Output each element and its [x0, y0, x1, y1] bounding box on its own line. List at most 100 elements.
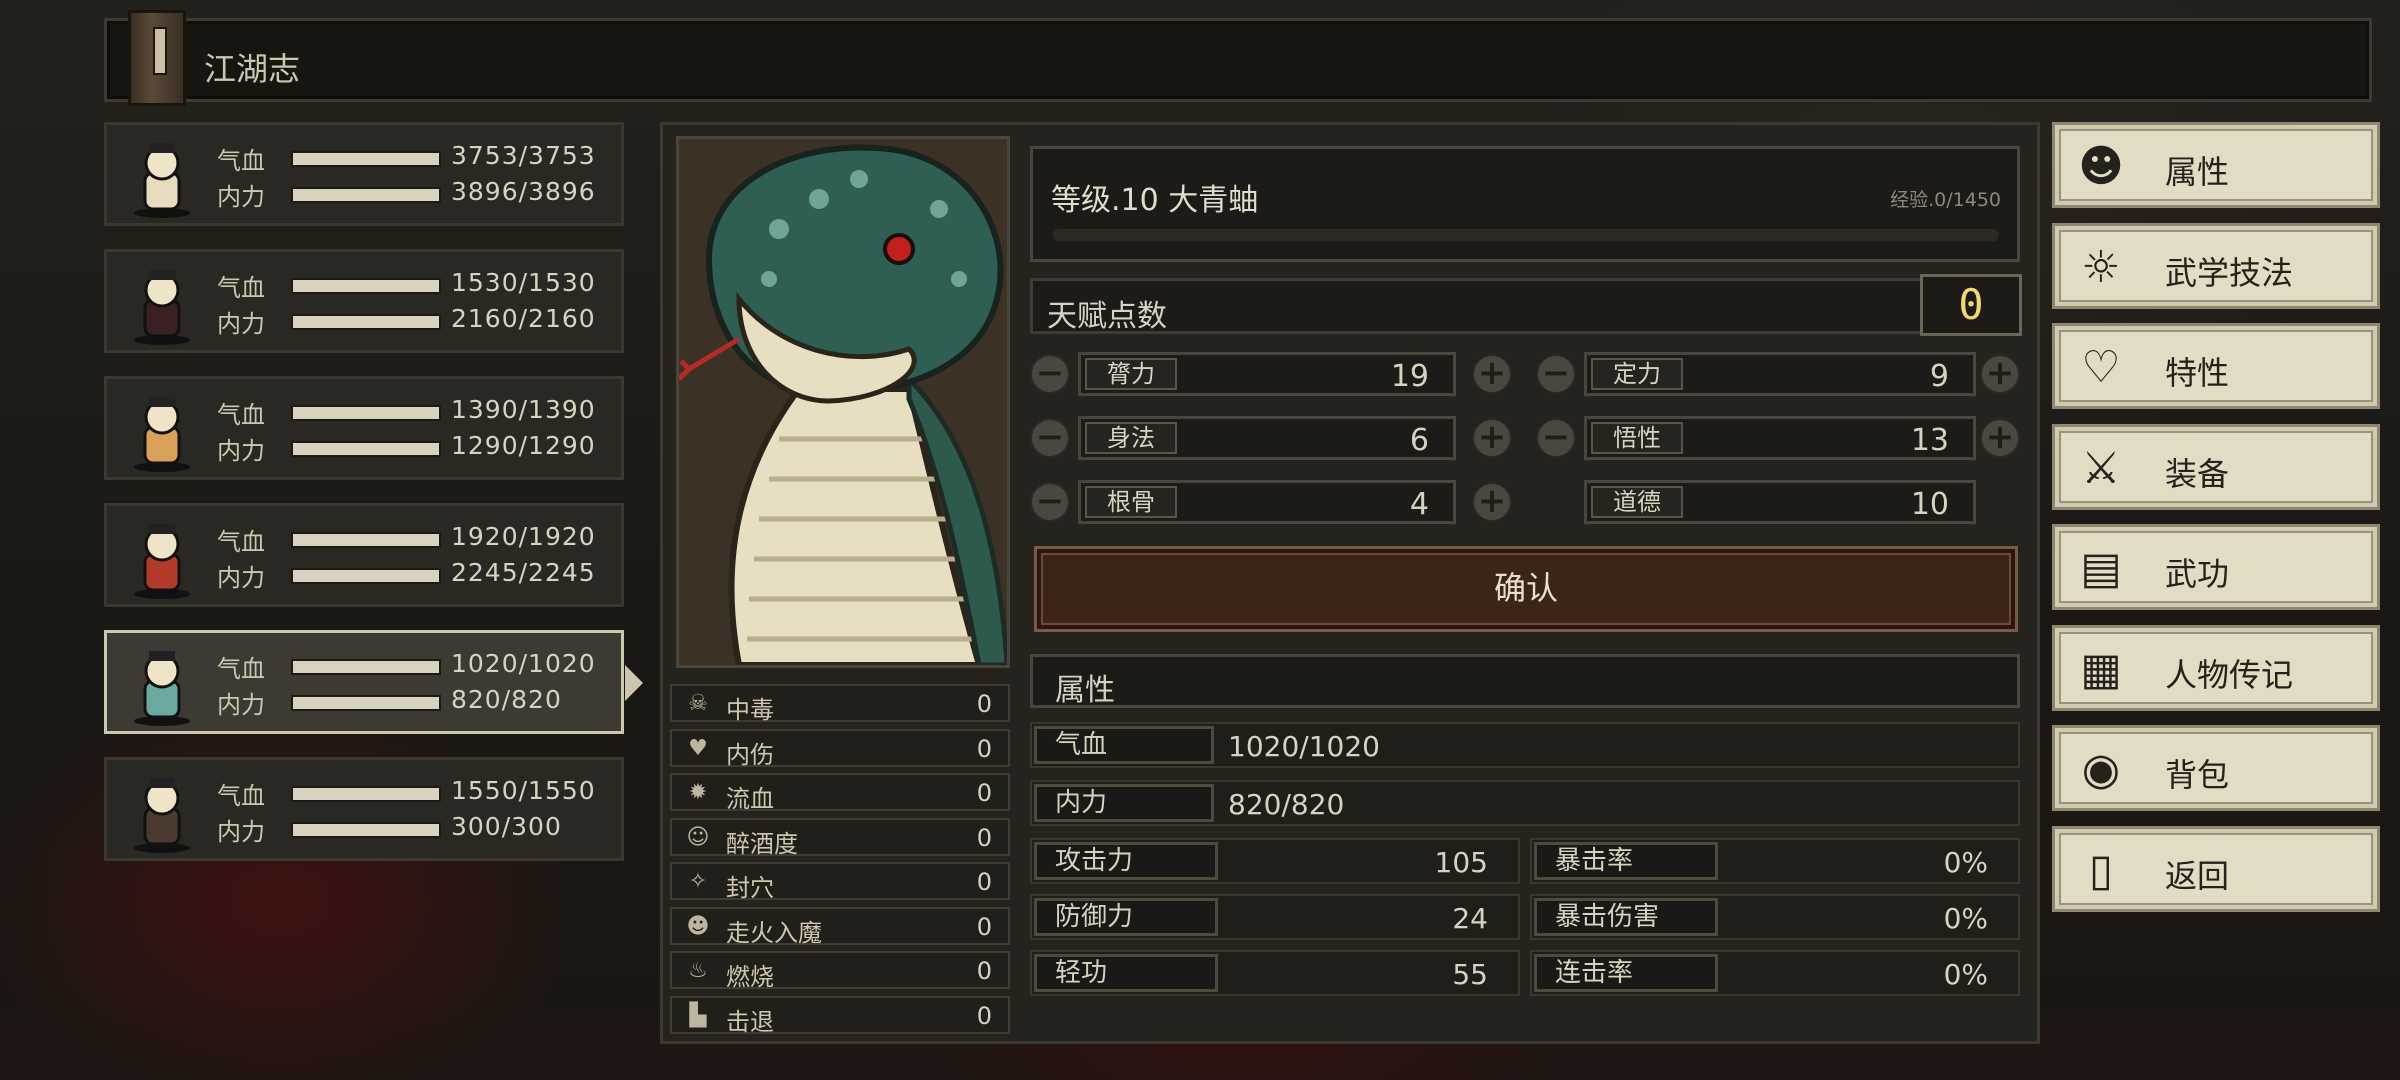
- attribute-field: 身法 6: [1078, 416, 1456, 460]
- mp-value: 1290/1290: [451, 431, 596, 460]
- combat-stat-label: 暴击率: [1534, 842, 1718, 880]
- menu-button[interactable]: ♡ 特性: [2052, 323, 2380, 409]
- menu-button-label: 武功: [2165, 555, 2230, 593]
- experience-bar: [1053, 229, 1999, 241]
- decrease-attribute-button[interactable]: −: [1030, 482, 1070, 522]
- menu-button-label: 属性: [2165, 153, 2230, 191]
- mp-value: 3896/3896: [451, 177, 596, 206]
- hp-line: 气血 1920/1920: [217, 522, 617, 556]
- hp-line: 气血 1020/1020: [217, 649, 617, 683]
- status-effect-row: ✹ 流血 0: [670, 773, 1010, 813]
- stats-header: 属性: [1030, 654, 2020, 708]
- mp-line: 内力 2160/2160: [217, 304, 617, 338]
- attribute-label: 膂力: [1085, 358, 1177, 390]
- hp-value: 1390/1390: [451, 395, 596, 424]
- mp-bar: [291, 568, 441, 584]
- menu-button[interactable]: ⚔ 装备: [2052, 423, 2380, 510]
- hp-bar: [291, 151, 441, 167]
- menu-button[interactable]: ◉ 背包: [2052, 725, 2380, 811]
- menu-button-label: 武学技法: [2165, 253, 2294, 292]
- combat-stat-value: 0%: [1943, 958, 1988, 991]
- status-effect-value: 0: [976, 957, 992, 985]
- stats-header-label: 属性: [1055, 673, 1115, 708]
- status-effect-value: 0: [976, 912, 992, 941]
- attribute-label: 定力: [1591, 358, 1683, 390]
- talent-points-label: 天赋点数: [1047, 299, 1167, 334]
- pressure-point-icon: ✧: [688, 869, 708, 894]
- increase-attribute-button[interactable]: +: [1472, 354, 1512, 394]
- increase-attribute-button[interactable]: +: [1472, 418, 1512, 458]
- mp-label: 内力: [217, 310, 265, 338]
- increase-attribute-button[interactable]: +: [1980, 418, 2020, 458]
- combat-stat-row: 攻击力 105: [1030, 838, 1520, 884]
- mp-label: 内力: [217, 818, 265, 846]
- skull-icon: ☠: [688, 691, 708, 716]
- hp-label: 气血: [217, 401, 265, 429]
- party-member-card[interactable]: 气血 1390/1390 内力 1290/1290: [104, 376, 624, 480]
- combat-stat-label: 轻功: [1034, 954, 1218, 992]
- status-effect-row: ☺ 醉酒度 0: [670, 817, 1010, 858]
- hp-label: 气血: [217, 528, 265, 556]
- hp-bar: [291, 786, 441, 802]
- character-avatar: [121, 768, 203, 854]
- attribute-value: 6: [1409, 423, 1429, 458]
- menu-button[interactable]: ▦ 人物传记: [2052, 624, 2380, 711]
- increase-attribute-button[interactable]: +: [1980, 354, 2020, 394]
- status-effect-label: 燃烧: [726, 963, 774, 991]
- character-avatar: [121, 641, 203, 727]
- experience-text: 经验.0/1450: [1890, 189, 2001, 211]
- combat-stat-row: 暴击伤害 0%: [1530, 894, 2020, 940]
- status-effect-value: 0: [976, 779, 992, 807]
- combat-stat-label: 暴击伤害: [1534, 898, 1718, 936]
- party-member-card[interactable]: 气血 1530/1530 内力 2160/2160: [104, 249, 624, 353]
- status-effect-label: 内伤: [726, 740, 774, 769]
- decrease-attribute-button[interactable]: −: [1030, 354, 1070, 394]
- hp-label: 气血: [217, 782, 265, 810]
- attribute-label: 道德: [1591, 486, 1683, 518]
- status-effect-label: 中毒: [726, 696, 774, 724]
- menu-button[interactable]: ☼ 武学技法: [2052, 222, 2380, 309]
- increase-attribute-button[interactable]: +: [1472, 482, 1512, 522]
- blood-drop-icon: ✹: [688, 780, 708, 805]
- attribute-value: 9: [1929, 359, 1949, 394]
- party-member-card[interactable]: 气血 1920/1920 内力 2245/2245: [104, 503, 624, 607]
- hp-line: 气血 3753/3753: [217, 141, 617, 175]
- person-sparkle-icon: ☼: [2081, 241, 2121, 293]
- confirm-button[interactable]: 确认: [1034, 546, 2018, 632]
- mp-bar: [291, 822, 441, 838]
- person-heart-icon: ♡: [2081, 342, 2121, 393]
- hp-value: 1920/1920: [451, 522, 596, 551]
- party-member-card[interactable]: 气血 1550/1550 内力 300/300: [104, 757, 624, 861]
- snake-portrait-image: [679, 139, 1007, 665]
- hp-label: 气血: [217, 274, 265, 302]
- talent-points-row: 天赋点数: [1030, 278, 1924, 334]
- level-and-name: 等级.10 大青蚰: [1051, 183, 1259, 218]
- hp-line: 气血 1530/1530: [217, 268, 617, 302]
- mp-label: 内力: [217, 564, 265, 592]
- status-effect-row: ☻ 走火入魔 0: [670, 906, 1010, 947]
- mp-bar: [291, 187, 441, 203]
- party-member-card[interactable]: 气血 3753/3753 内力 3896/3896: [104, 122, 624, 226]
- attribute-field: 定力 9: [1584, 352, 1976, 396]
- status-effect-row: ▙ 击退 0: [670, 995, 1010, 1036]
- decrease-attribute-button[interactable]: −: [1030, 418, 1070, 458]
- decrease-attribute-button[interactable]: −: [1536, 418, 1576, 458]
- attribute-label: 身法: [1085, 422, 1177, 454]
- status-effect-label: 醉酒度: [726, 829, 798, 858]
- menu-button[interactable]: ▤ 武功: [2052, 524, 2380, 610]
- menu-button-label: 返回: [2165, 856, 2230, 895]
- status-effect-value: 0: [976, 868, 992, 896]
- status-effect-label: 击退: [726, 1007, 774, 1036]
- mp-label: 内力: [217, 437, 265, 465]
- status-effect-value: 0: [976, 1001, 992, 1030]
- combat-stat-row: 防御力 24: [1030, 894, 1520, 940]
- menu-button-label: 人物传记: [2165, 655, 2294, 694]
- menu-button-label: 装备: [2165, 454, 2230, 493]
- menu-button[interactable]: ☻ 属性: [2052, 122, 2380, 208]
- menu-button[interactable]: ▯ 返回: [2052, 825, 2380, 912]
- status-effect-value: 0: [976, 823, 992, 852]
- combat-stat-row: 暴击率 0%: [1530, 838, 2020, 884]
- decrease-attribute-button[interactable]: −: [1536, 354, 1576, 394]
- combat-stat-value: 55: [1452, 958, 1488, 991]
- party-member-card[interactable]: 气血 1020/1020 内力 820/820: [104, 630, 643, 734]
